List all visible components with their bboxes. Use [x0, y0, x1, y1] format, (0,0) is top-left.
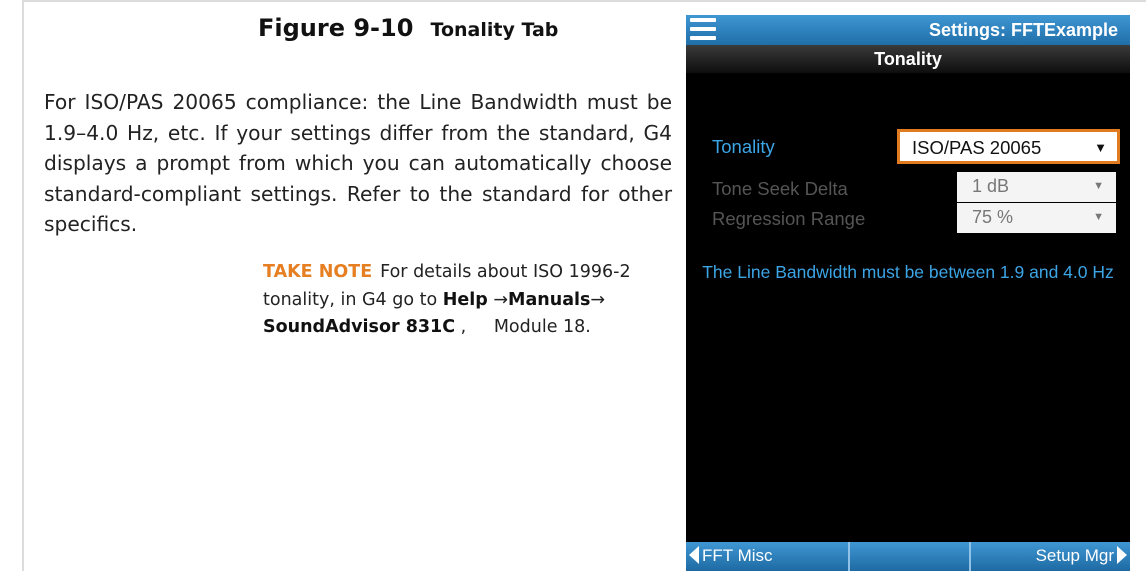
chevron-down-icon: ▼ — [1094, 140, 1107, 155]
tone-seek-delta-value: 1 dB — [972, 176, 1010, 196]
tonality-label: Tonality — [712, 136, 775, 157]
regression-range-value: 75 % — [972, 207, 1014, 227]
path-device: SoundAdvisor 831C — [263, 317, 456, 337]
figure-title: Tonality Tab — [430, 19, 559, 41]
setup-mgr-button[interactable]: Setup Mgr — [1036, 546, 1127, 566]
chevron-down-icon: ▼ — [1093, 180, 1104, 192]
device-screen: Settings: FFTExample Tonality Tonality I… — [686, 15, 1130, 571]
fft-misc-label: FFT Misc — [702, 546, 773, 565]
body-paragraph: For ISO/PAS 20065 compliance: the Line B… — [44, 90, 672, 236]
module-ref: Module 18. — [493, 317, 591, 337]
setup-mgr-label: Setup Mgr — [1035, 546, 1114, 565]
path-manuals: Manuals — [508, 289, 591, 310]
tonality-select-value: ISO/PAS 20065 — [912, 137, 1042, 158]
device-header-title: Settings: FFTExample — [928, 20, 1118, 40]
fft-misc-button[interactable]: FFT Misc — [689, 546, 773, 566]
arrow-left-icon — [689, 546, 699, 564]
frame-left-border — [22, 0, 24, 571]
chevron-down-icon: ▼ — [1093, 211, 1104, 223]
path-arrow-2: → — [590, 289, 606, 310]
frame-top-border — [22, 0, 1146, 2]
footer-divider — [848, 542, 850, 571]
tone-seek-delta-label: Tone Seek Delta — [712, 178, 848, 199]
device-tab-title: Tonality — [686, 45, 1130, 73]
take-note-block: TAKE NOTE For details about ISO 1996-2 to… — [263, 259, 658, 342]
tone-seek-delta-select: 1 dB ▼ — [957, 172, 1116, 202]
device-header: Settings: FFTExample — [686, 15, 1130, 45]
footer-divider — [969, 542, 971, 571]
arrow-right-icon — [1117, 546, 1127, 564]
figure-number: Figure 9-10 — [258, 14, 414, 42]
device-footer: FFT Misc Setup Mgr — [686, 542, 1130, 571]
regression-range-label: Regression Range — [712, 208, 866, 229]
tonality-select[interactable]: ISO/PAS 20065 ▼ — [897, 129, 1120, 164]
path-help: Help — [442, 289, 488, 310]
figure-caption: Figure 9-10 Tonality Tab — [258, 14, 558, 42]
hamburger-menu-icon[interactable] — [690, 18, 716, 42]
line-bandwidth-message: The Line Bandwidth must be between 1.9 a… — [702, 262, 1114, 282]
path-arrow-1: → — [493, 289, 509, 310]
path-comma: , — [460, 317, 467, 337]
take-note-label: TAKE NOTE — [263, 262, 373, 282]
regression-range-select: 75 % ▼ — [957, 203, 1116, 233]
